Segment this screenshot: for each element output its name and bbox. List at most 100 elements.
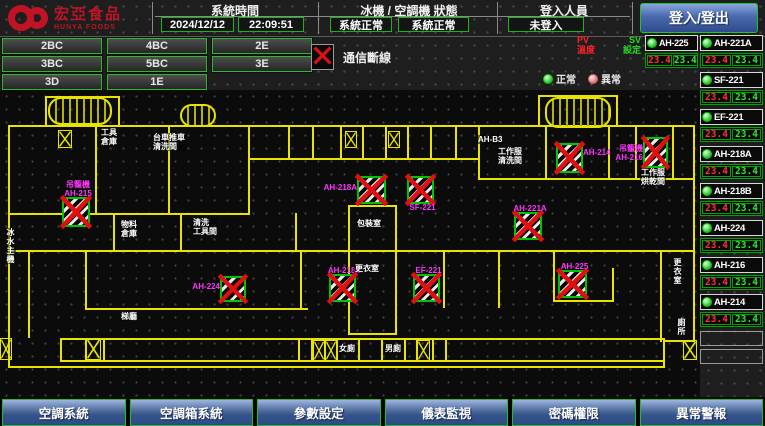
- normal-label: 正常: [556, 71, 576, 86]
- ahu-name-plate[interactable]: SF-221: [700, 72, 763, 88]
- nav-button-儀表監視[interactable]: 儀表監視: [385, 399, 509, 426]
- ahu-name: SF-221: [714, 75, 743, 86]
- ahu-status-panel: AH-221A23.423.4SF-22123.423.4EF-22123.42…: [700, 35, 763, 367]
- ahu-card-SF-221: SF-22123.423.4: [700, 72, 763, 105]
- equipment-offline-SF-221[interactable]: SF-221: [407, 176, 434, 204]
- floor-button-3D[interactable]: 3D: [2, 74, 102, 90]
- ahu-name-plate[interactable]: AH-225: [645, 35, 698, 51]
- floor-button-2E[interactable]: 2E: [212, 38, 312, 54]
- status-led-icon: [702, 112, 712, 122]
- equipment-offline-AH-225[interactable]: AH-225: [558, 270, 587, 298]
- ahu-values: 23.423.4: [645, 53, 698, 68]
- nav-button-密碼權限[interactable]: 密碼權限: [512, 399, 636, 426]
- pv-value: 23.4: [702, 92, 731, 103]
- nav-button-空調箱系統[interactable]: 空調箱系統: [130, 399, 254, 426]
- wall-segment: [498, 250, 500, 308]
- wall-segment: [85, 250, 87, 310]
- status-led-icon: [647, 38, 657, 48]
- stairs-x-icon: [388, 131, 400, 148]
- wall-segment: [118, 96, 120, 127]
- ahu-name-plate[interactable]: AH-218A: [700, 146, 763, 162]
- room-label: 更衣室: [354, 264, 380, 273]
- system-time-value: 22:09:51: [238, 17, 304, 32]
- wall-segment: [295, 213, 297, 252]
- equipment-offline-AH-216[interactable]: 吊籠機 AH-216: [643, 137, 668, 168]
- sv-value: 23.4: [732, 314, 761, 325]
- wall-segment: [248, 127, 250, 215]
- nav-button-參數設定[interactable]: 參數設定: [257, 399, 381, 426]
- login-logout-button[interactable]: 登入/登出: [640, 3, 758, 33]
- ahu-name-plate[interactable]: EF-221: [700, 109, 763, 125]
- wall-segment: [60, 338, 665, 340]
- nav-button-空調系統[interactable]: 空調系統: [2, 399, 126, 426]
- status-led-icon: [702, 186, 712, 196]
- pv-value: 23.4: [702, 277, 731, 288]
- ahu-name-plate[interactable]: AH-214: [700, 294, 763, 310]
- wall-segment: [95, 127, 97, 215]
- room-label: AH-B3: [477, 135, 503, 144]
- header-divider: [318, 2, 319, 34]
- wall-segment: [113, 213, 115, 252]
- sv-value: 23.4: [732, 203, 761, 214]
- brand-name: 宏亞食品: [54, 7, 122, 22]
- floor-button-1E[interactable]: 1E: [107, 74, 207, 90]
- ahu-card-AH-218A: AH-218A23.423.4: [700, 146, 763, 179]
- system-time-label: 系統時間: [160, 2, 310, 15]
- stairs-x-icon: [0, 338, 12, 360]
- ahu-name-plate[interactable]: AH-218B: [700, 183, 763, 199]
- ahu-name: AH-218A: [714, 149, 752, 160]
- pv-value: 23.4: [702, 240, 731, 251]
- status-legend: 正常 異常: [543, 71, 621, 86]
- room-label: 工作服 清洗間: [497, 147, 523, 165]
- ahu-name-plate[interactable]: AH-216: [700, 257, 763, 273]
- room-label: 廁所: [676, 318, 687, 336]
- pv-label: PV: [577, 35, 589, 45]
- ahu-name-plate[interactable]: AH-224: [700, 220, 763, 236]
- pv-value: 23.4: [702, 314, 731, 325]
- stairwell-icon: [545, 97, 611, 128]
- floor-button-4BC[interactable]: 4BC: [107, 38, 207, 54]
- company-logo: 宏亞食品 HUNYA FOODS: [6, 2, 154, 35]
- setpoint-label: 設定: [623, 45, 641, 55]
- ahu-name-plate[interactable]: AH-221A: [700, 35, 763, 51]
- floor-button-2BC[interactable]: 2BC: [2, 38, 102, 54]
- wall-segment: [362, 127, 364, 160]
- sv-label: SV: [629, 35, 641, 45]
- equipment-offline-AH-215[interactable]: 吊籠機 AH-215: [62, 197, 90, 227]
- wall-segment: [612, 268, 614, 302]
- wall-segment: [60, 360, 665, 362]
- pv-value: 23.4: [702, 203, 731, 214]
- equipment-offline-EF-221[interactable]: EF-221: [413, 274, 440, 302]
- temperature-label: 溫度: [577, 45, 595, 55]
- equipment-offline-AH-218A[interactable]: AH-218A: [357, 176, 386, 204]
- sv-value: 23.4: [673, 55, 698, 66]
- wall-segment: [407, 127, 409, 160]
- equipment-offline-AH-224[interactable]: AH-224: [220, 276, 246, 302]
- ahu-name: AH-218B: [714, 186, 752, 197]
- floor-button-3E[interactable]: 3E: [212, 56, 312, 72]
- equipment-offline-AH-214[interactable]: AH-214: [556, 143, 583, 173]
- chiller-status-value: 系統正常: [330, 17, 392, 32]
- ahu-card-AH-225: AH-225 23.423.4: [645, 35, 698, 72]
- floor-button-5BC[interactable]: 5BC: [107, 56, 207, 72]
- status-led-icon: [702, 149, 712, 159]
- wall-segment: [553, 250, 555, 302]
- wall-segment: [340, 127, 342, 160]
- wall-segment: [672, 127, 674, 180]
- room-label: 包裝室: [356, 219, 382, 228]
- room-label: 更衣室: [672, 258, 683, 285]
- stairs-x-icon: [417, 340, 430, 361]
- wall-segment: [8, 213, 250, 215]
- ahu-values: 23.423.4: [700, 201, 763, 216]
- ahu-card-AH-221A: AH-221A23.423.4: [700, 35, 763, 68]
- wall-segment: [455, 127, 457, 160]
- equipment-offline-AH-221A[interactable]: AH-221A: [514, 212, 542, 240]
- nav-button-異常警報[interactable]: 異常警報: [640, 399, 764, 426]
- equipment-offline-AH-218B[interactable]: AH-218B: [329, 274, 356, 302]
- ahu-card-AH-214: AH-214 23.423.4: [700, 294, 763, 327]
- floor-button-3BC[interactable]: 3BC: [2, 56, 102, 72]
- wall-segment: [103, 338, 105, 362]
- room-label: 女廁: [338, 344, 356, 353]
- logo-icon: [6, 4, 50, 34]
- room-label: 台車推車 清洗間: [152, 133, 186, 151]
